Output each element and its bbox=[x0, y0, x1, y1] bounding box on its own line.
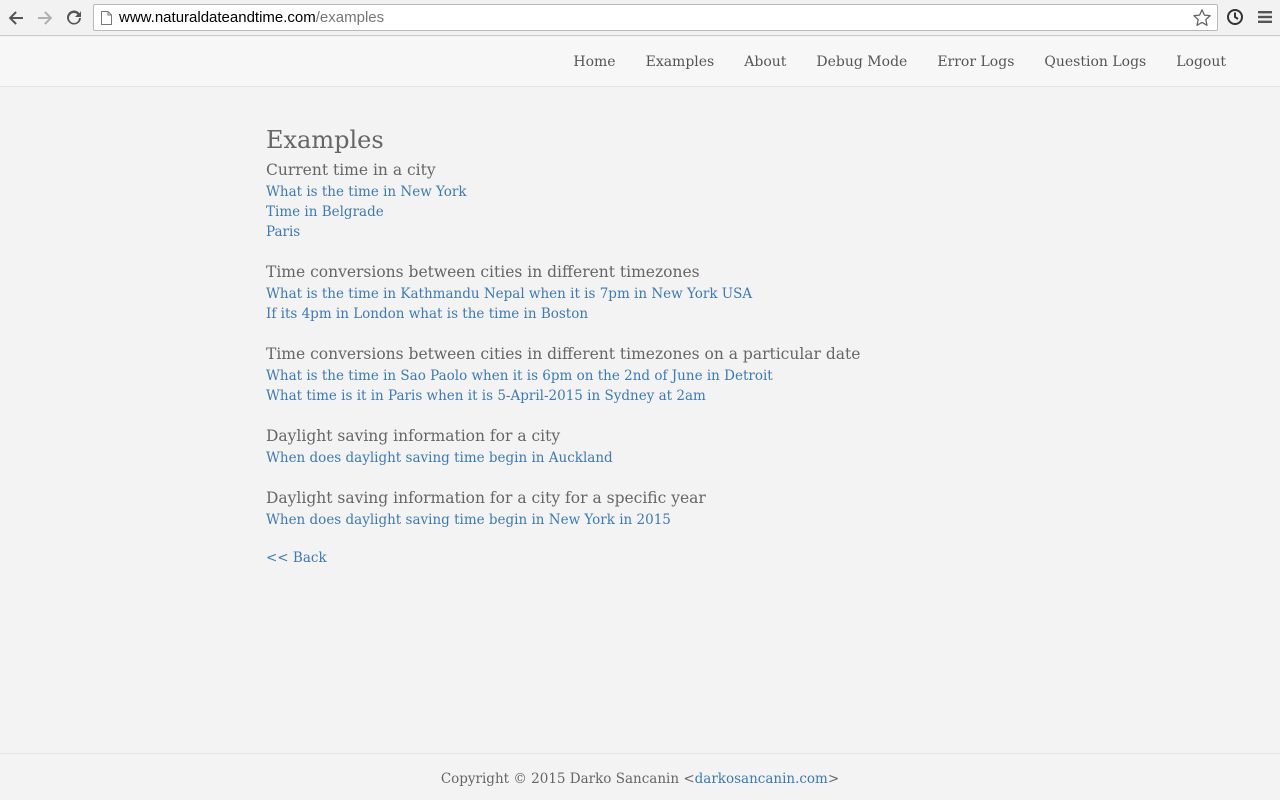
section-time-conversions-date: Time conversions between cities in diffe… bbox=[266, 342, 1026, 406]
example-link[interactable]: What time is it in Paris when it is 5-Ap… bbox=[266, 386, 1026, 406]
site-navbar: Home Examples About Debug Mode Error Log… bbox=[0, 37, 1280, 87]
nav-item-examples[interactable]: Examples bbox=[646, 54, 715, 70]
section-current-time: Current time in a city What is the time … bbox=[266, 158, 1026, 242]
section-daylight-saving: Daylight saving information for a city W… bbox=[266, 424, 1026, 468]
main-content: Examples Current time in a city What is … bbox=[266, 124, 1026, 568]
nav-item-error-logs[interactable]: Error Logs bbox=[937, 54, 1014, 70]
url-text: www.naturaldateandtime.com/examples bbox=[119, 9, 384, 26]
example-link[interactable]: What is the time in Kathmandu Nepal when… bbox=[266, 284, 1026, 304]
example-link[interactable]: If its 4pm in London what is the time in… bbox=[266, 304, 1026, 324]
example-link[interactable]: When does daylight saving time begin in … bbox=[266, 510, 1026, 530]
url-path: /examples bbox=[315, 9, 385, 26]
example-link[interactable]: What is the time in Sao Paolo when it is… bbox=[266, 366, 1026, 386]
section-time-conversions: Time conversions between cities in diffe… bbox=[266, 260, 1026, 324]
back-icon[interactable] bbox=[5, 7, 27, 29]
nav-item-debug-mode[interactable]: Debug Mode bbox=[816, 54, 907, 70]
forward-icon[interactable] bbox=[34, 7, 56, 29]
back-link[interactable]: << Back bbox=[266, 548, 1026, 568]
page-icon bbox=[101, 11, 112, 25]
browser-toolbar: www.naturaldateandtime.com/examples bbox=[0, 0, 1280, 36]
section-heading: Time conversions between cities in diffe… bbox=[266, 345, 861, 363]
url-domain: www.naturaldateandtime.com bbox=[119, 9, 316, 26]
copyright-text-end: > bbox=[827, 771, 840, 787]
history-icon[interactable] bbox=[1226, 8, 1244, 26]
section-daylight-saving-year: Daylight saving information for a city f… bbox=[266, 486, 1026, 530]
nav-menu: Home Examples About Debug Mode Error Log… bbox=[543, 37, 1226, 87]
example-link[interactable]: When does daylight saving time begin in … bbox=[266, 448, 1026, 468]
nav-item-about[interactable]: About bbox=[744, 54, 786, 70]
section-heading: Daylight saving information for a city f… bbox=[266, 489, 706, 507]
star-icon[interactable] bbox=[1192, 8, 1212, 28]
nav-item-home[interactable]: Home bbox=[573, 54, 615, 70]
menu-icon[interactable] bbox=[1257, 9, 1273, 25]
page-title: Examples bbox=[266, 126, 384, 154]
reload-icon[interactable] bbox=[63, 7, 85, 29]
copyright-text: Copyright © 2015 Darko Sancanin < bbox=[440, 771, 695, 787]
example-link[interactable]: What is the time in New York bbox=[266, 182, 1026, 202]
address-bar[interactable]: www.naturaldateandtime.com/examples bbox=[93, 4, 1218, 31]
example-link[interactable]: Time in Belgrade bbox=[266, 202, 1026, 222]
section-heading: Time conversions between cities in diffe… bbox=[266, 263, 700, 281]
example-link[interactable]: Paris bbox=[266, 222, 1026, 242]
section-heading: Daylight saving information for a city bbox=[266, 427, 561, 445]
nav-item-logout[interactable]: Logout bbox=[1176, 54, 1226, 70]
nav-item-question-logs[interactable]: Question Logs bbox=[1044, 54, 1146, 70]
section-heading: Current time in a city bbox=[266, 161, 436, 179]
author-site-link[interactable]: darkosancanin.com bbox=[695, 771, 828, 787]
footer: Copyright © 2015 Darko Sancanin <darkosa… bbox=[0, 753, 1280, 800]
